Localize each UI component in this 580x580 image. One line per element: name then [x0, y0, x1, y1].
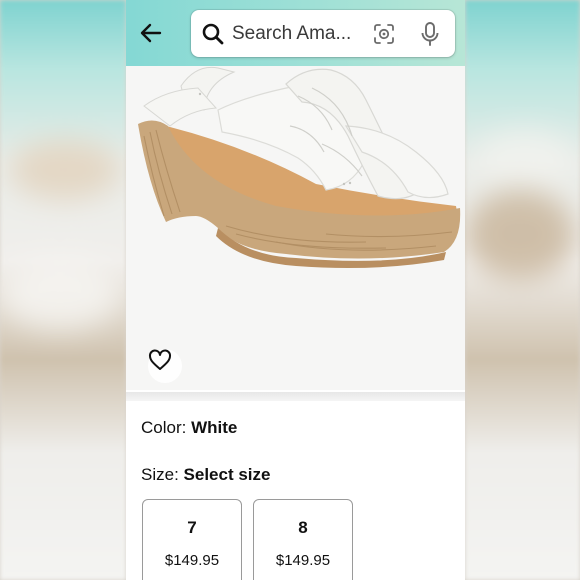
- size-price: $149.95: [164, 552, 220, 569]
- microphone-icon[interactable]: [418, 21, 442, 47]
- search-bar[interactable]: Search Ama...: [191, 10, 455, 57]
- size-value: Select size: [183, 465, 271, 484]
- heart-icon: [149, 349, 171, 370]
- size-label: Size:: [141, 465, 179, 484]
- product-image[interactable]: [126, 66, 465, 390]
- size-price: $149.95: [275, 552, 331, 569]
- section-divider: [126, 392, 465, 401]
- sandal-image: [138, 66, 461, 268]
- size-option-7[interactable]: 7 $149.95: [142, 499, 242, 580]
- size-number: 7: [187, 518, 197, 537]
- wishlist-button[interactable]: [148, 349, 182, 383]
- size-selection: Size: Select size: [141, 465, 270, 485]
- phone-screen: Search Ama... Color: White Size: Select …: [126, 0, 465, 580]
- size-option-8[interactable]: 8 $149.95: [253, 499, 353, 580]
- back-button[interactable]: [136, 18, 166, 48]
- search-icon: [202, 23, 224, 45]
- color-value: White: [191, 418, 238, 437]
- color-label: Color:: [141, 418, 187, 437]
- arrow-left-icon: [140, 23, 162, 43]
- blurred-background-right: [465, 0, 580, 580]
- camera-lens-icon[interactable]: [372, 22, 396, 46]
- color-selection: Color: White: [141, 418, 237, 438]
- search-input[interactable]: Search Ama...: [232, 19, 357, 48]
- size-number: 8: [298, 518, 308, 537]
- blurred-background-left: [0, 0, 126, 580]
- search-header: Search Ama...: [126, 0, 465, 66]
